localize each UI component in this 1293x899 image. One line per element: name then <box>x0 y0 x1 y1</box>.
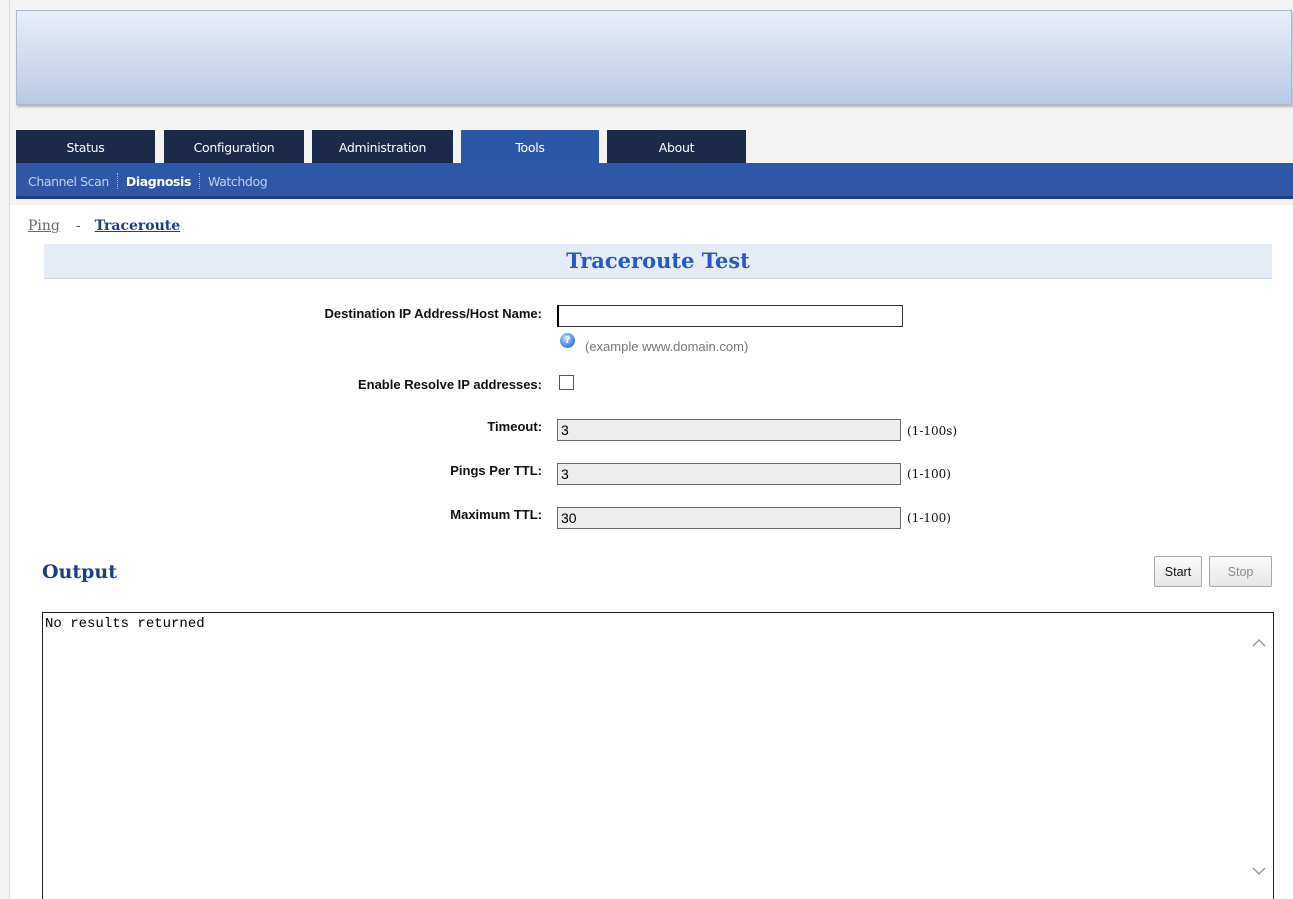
output-text: No results returned <box>45 616 205 632</box>
tab-about[interactable]: About <box>607 130 746 163</box>
pings-per-ttl-label: Pings Per TTL: <box>450 463 542 478</box>
start-button[interactable]: Start <box>1154 556 1202 587</box>
subnav-separator <box>116 173 118 189</box>
section-title: Traceroute Test <box>566 248 750 273</box>
sub-navigation-bar: Channel Scan Diagnosis Watchdog <box>16 163 1293 199</box>
subnav-diagnosis[interactable]: Diagnosis <box>126 174 192 189</box>
tab-administration[interactable]: Administration <box>312 130 453 163</box>
max-ttl-label: Maximum TTL: <box>450 507 542 522</box>
timeout-label: Timeout: <box>487 419 542 434</box>
timeout-range: (1-100s) <box>907 424 958 438</box>
chevron-up-icon[interactable] <box>1251 637 1267 649</box>
destination-input[interactable] <box>557 305 903 327</box>
resolve-label: Enable Resolve IP addresses: <box>357 377 542 392</box>
help-icon[interactable]: ? <box>560 333 575 348</box>
section-title-bar: Traceroute Test <box>44 244 1272 279</box>
subnav-separator <box>199 173 200 189</box>
max-ttl-input[interactable] <box>557 507 901 529</box>
output-title: Output <box>42 561 118 583</box>
pings-per-ttl-input[interactable] <box>557 463 901 485</box>
test-links: Ping - Traceroute <box>28 218 180 234</box>
sub-navigation: Channel Scan Diagnosis Watchdog <box>28 173 268 189</box>
tab-configuration[interactable]: Configuration <box>164 130 304 163</box>
chevron-down-icon[interactable] <box>1251 865 1267 877</box>
ping-link[interactable]: Ping <box>28 218 60 234</box>
output-textarea[interactable]: No results returned <box>42 612 1274 899</box>
link-separator: - <box>75 218 81 234</box>
destination-label: Destination IP Address/Host Name: <box>324 306 542 321</box>
subnav-channel-scan[interactable]: Channel Scan <box>28 174 109 189</box>
pings-per-ttl-range: (1-100) <box>907 467 951 481</box>
timeout-input[interactable] <box>557 419 901 441</box>
header-banner <box>16 10 1292 105</box>
stop-button[interactable]: Stop <box>1209 556 1272 587</box>
tab-tools[interactable]: Tools <box>461 130 599 163</box>
resolve-checkbox[interactable] <box>559 375 574 390</box>
subnav-watchdog[interactable]: Watchdog <box>208 174 268 189</box>
tab-status[interactable]: Status <box>16 130 155 163</box>
destination-hint: (example www.domain.com) <box>585 339 749 354</box>
traceroute-link[interactable]: Traceroute <box>95 218 181 234</box>
max-ttl-range: (1-100) <box>907 511 951 525</box>
